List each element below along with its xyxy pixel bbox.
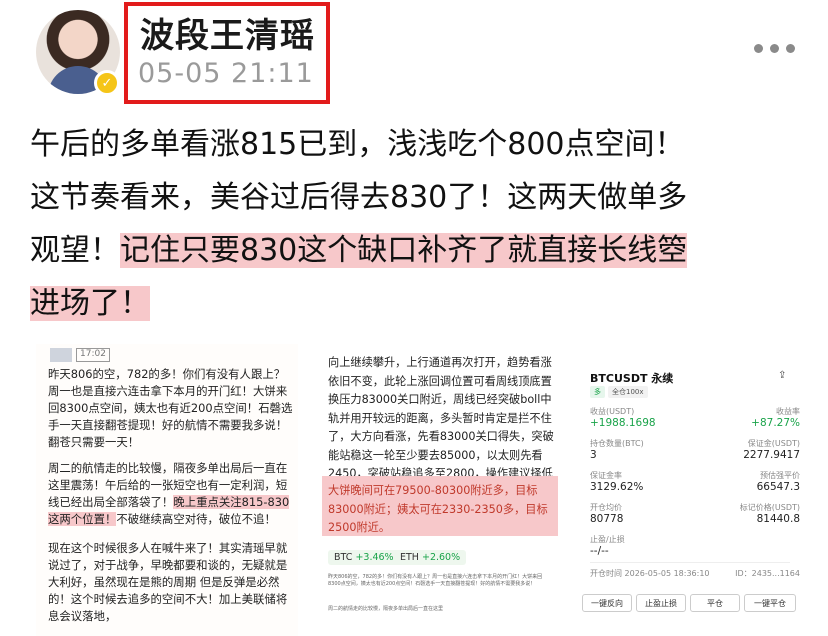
- image-1-paragraph-2: 周二的航情走的比较慢，隔夜多单出局后一直在这里震荡！午后给的一张短空也有一定利润…: [48, 460, 293, 528]
- mr-label-row: 保证金率 预估强平价: [590, 470, 800, 481]
- open-time: 开仓时间 2026-05-05 18:36:10: [590, 569, 710, 578]
- tpsl-value-row: --/--: [590, 545, 800, 557]
- qty-label-row: 持仓数量(BTC) 保证金(USDT): [590, 438, 800, 449]
- screenshot-time-chip: 17:02: [76, 348, 110, 362]
- image-2-tiny-text-1: 昨天806的空，782的多！你们有没有人跟上？周一也是直接六连击拿下本月的开门红…: [328, 574, 543, 587]
- btc-tag-value: +3.46%: [355, 552, 394, 563]
- btc-tag[interactable]: BTC +3.46%: [328, 550, 400, 565]
- open-price-label: 开仓均价: [590, 503, 622, 512]
- close-position-button[interactable]: 平仓: [690, 594, 740, 612]
- position-title: BTCUSDT 永续: [590, 372, 674, 385]
- post-line-3: 观望！记住只要830这个缺口补齐了就直接长线箜: [30, 224, 820, 277]
- qty-value: 3: [590, 449, 597, 461]
- close-all-button[interactable]: 一键平仓: [744, 594, 796, 612]
- post-images: 17:02 昨天806的空，782的多！你们有没有人跟上？周一也是直接六连击拿下…: [30, 344, 800, 636]
- post-line-4: 进场了！: [30, 277, 820, 330]
- eth-tag-label: ETH: [400, 552, 419, 563]
- post-image-2[interactable]: 向上继续攀升，上行通道再次打开，趋势看涨依旧不变，此轮上涨回调位置可看周线顶底置…: [322, 354, 562, 636]
- liq-price-value: 66547.3: [756, 481, 800, 493]
- margin-ratio-value: 3129.62%: [590, 481, 644, 493]
- image-1-paragraph-1: 昨天806的空，782的多！你们有没有人跟上？周一也是直接六连击拿下本月的开门红…: [48, 367, 293, 449]
- position-id: ID：2435...1164: [735, 569, 800, 578]
- liq-price-label: 预估强平价: [760, 471, 800, 480]
- tpsl-label-row: 止盈/止损: [590, 534, 800, 545]
- image-2-pink-text: 大饼晚间可在79500-80300附近多，目标83000附近；姨太可在2330-…: [328, 484, 548, 534]
- pnl-value-row: +1988.1698 +87.27%: [590, 417, 800, 429]
- mr-value-row: 3129.62% 66547.3: [590, 481, 800, 493]
- eth-tag[interactable]: ETH +2.60%: [394, 550, 467, 565]
- pnl-label-row: 收益(USDT) 收益率: [590, 406, 800, 417]
- image-1-paragraph-3: 现在这个时候很多人在喊牛来了！其实清瑶早就说过了，对于战争，早晚都要和谈的，无疑…: [48, 541, 288, 623]
- divider: [590, 562, 790, 563]
- share-icon[interactable]: ⇪: [778, 370, 786, 381]
- tpsl-button[interactable]: 止盈止损: [636, 594, 686, 612]
- mark-price-value: 81440.8: [756, 513, 800, 525]
- pnl-value: +1988.1698: [590, 417, 656, 429]
- reverse-button[interactable]: 一键反向: [582, 594, 632, 612]
- margin-value: 2277.9417: [743, 449, 800, 461]
- post-text: 午后的多单看涨815已到，浅浅吃个800点空间！ 这节奏看来，美谷过后得去830…: [30, 118, 820, 330]
- mark-price-label: 标记价格(USDT): [739, 503, 800, 512]
- post-line-1: 午后的多单看涨815已到，浅浅吃个800点空间！: [30, 127, 685, 162]
- post-line-2: 这节奏看来，美谷过后得去830了！这两天做单多: [30, 180, 688, 215]
- open-value-row: 80778 81440.8: [590, 513, 800, 525]
- image-2-pink-box: 大饼晚间可在79500-80300附近多，目标83000附近；姨太可在2330-…: [322, 476, 558, 536]
- roe-label: 收益率: [776, 407, 800, 416]
- open-label-row: 开仓均价 标记价格(USDT): [590, 502, 800, 513]
- btc-tag-label: BTC: [334, 552, 353, 563]
- verified-badge-icon: ✓: [94, 70, 120, 96]
- margin-mode-badge: 全仓100x: [608, 386, 648, 398]
- username[interactable]: 波段王清瑶: [140, 8, 315, 57]
- more-options-icon[interactable]: [754, 44, 795, 53]
- post-line-3-highlight: 记住只要830这个缺口补齐了就直接长线箜: [120, 233, 688, 268]
- post-image-1[interactable]: 17:02 昨天806的空，782的多！你们有没有人跟上？周一也是直接六连击拿下…: [36, 344, 298, 636]
- screenshot-avatar: [50, 348, 72, 362]
- margin-label: 保证金(USDT): [747, 439, 800, 448]
- eth-tag-value: +2.60%: [421, 552, 461, 563]
- roe-value: +87.27%: [751, 417, 800, 429]
- post-header: ✓ 波段王清瑶 05-05 21:11: [0, 0, 828, 110]
- post-line-3-plain: 观望！: [30, 233, 120, 268]
- qty-label: 持仓数量(BTC): [590, 439, 644, 448]
- open-time-row: 开仓时间 2026-05-05 18:36:10 ID：2435...1164: [590, 568, 800, 579]
- post-line-4-highlight: 进场了！: [30, 286, 150, 321]
- tpsl-label: 止盈/止损: [590, 535, 625, 544]
- post-image-3[interactable]: BTCUSDT 永续 多 全仓100x ⇪ 收益(USDT) 收益率 +1988.…: [578, 354, 800, 636]
- margin-ratio-label: 保证金率: [590, 471, 622, 480]
- post-timestamp: 05-05 21:11: [138, 58, 314, 89]
- tpsl-value: --/--: [590, 545, 609, 557]
- long-badge: 多: [590, 386, 605, 398]
- image-2-tiny-text-2: 周二的航情走的比较慢，隔夜多单出局后一直在这里: [328, 606, 444, 612]
- qty-value-row: 3 2277.9417: [590, 449, 800, 461]
- image-1-paragraph-2b: 不破继续高空对待，破位不追！: [116, 512, 276, 526]
- pnl-label: 收益(USDT): [590, 407, 635, 416]
- open-price-value: 80778: [590, 513, 624, 525]
